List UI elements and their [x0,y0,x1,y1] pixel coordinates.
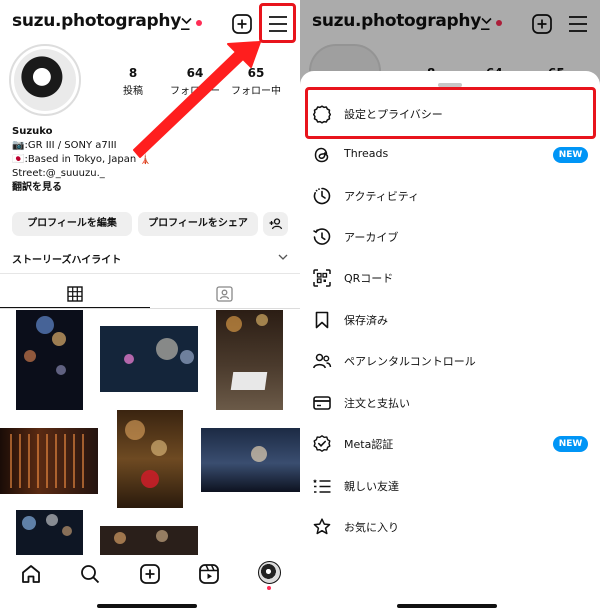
home-indicator [97,604,197,608]
divider [0,308,300,309]
menu-item-label: 保存済み [344,314,388,327]
new-badge: NEW [553,436,588,452]
tab-grid[interactable] [0,282,150,308]
post-thumbnail[interactable] [100,326,198,392]
qr-code-icon [313,269,331,287]
menu-item-orders-payments[interactable]: 注文と支払い [300,382,600,423]
post-thumbnail[interactable] [117,410,183,508]
menu-item-favorites[interactable]: お気に入り [300,506,600,547]
edit-profile-button[interactable]: プロフィールを編集 [12,212,132,236]
reels-icon[interactable] [198,563,220,585]
stat-followers[interactable]: 64 フォロワー [165,66,225,97]
avatar[interactable] [9,44,81,116]
menu-item-saved[interactable]: 保存済み [300,299,600,340]
search-icon[interactable] [79,563,101,585]
chevron-down-icon[interactable] [181,17,192,25]
close-friends-list-icon [313,479,331,493]
stat-posts[interactable]: 8 投稿 [103,66,163,97]
menu-item-label: QRコード [344,272,394,285]
menu-item-activity[interactable]: アクティビティ [300,175,600,216]
post-thumbnail[interactable] [16,510,83,555]
profile-screen: suzu.photography_ 8 投稿 64 フォロワー 65 フォロー中… [0,0,300,616]
post-thumbnail[interactable] [201,428,300,492]
bio-line[interactable]: Street:@_suuuzu._ [12,167,242,181]
profile-header: suzu.photography_ [0,0,300,48]
menu-item-label: アーカイブ [344,231,399,244]
profile-screen-with-menu: suzu.photography_ 8 64 65 設定とプライバシー Thre… [300,0,600,616]
credit-card-icon [313,396,331,410]
profile-avatar-tab[interactable] [258,561,281,584]
active-tab-indicator [0,307,150,308]
bottom-navigation [0,555,300,595]
bio-line: 📷:GR III / SONY a7III [12,140,117,151]
activity-icon [313,187,331,205]
star-icon [313,518,331,535]
bio-line: 🇯🇵:Based in Tokyo, Japan 🗼 [12,154,152,165]
menu-item-label: ペアレンタルコントロール [344,355,476,368]
divider [0,273,300,274]
notification-dot [196,20,202,26]
parental-control-icon [313,353,332,369]
menu-item-label: Threads [344,147,389,160]
story-highlights-title[interactable]: ストーリーズハイライト [12,251,121,266]
profile-bio: Suzuko 📷:GR III / SONY a7III 🇯🇵:Based in… [12,125,242,195]
post-thumbnail[interactable] [16,310,83,410]
grid-icon [67,286,83,302]
verified-badge-icon [313,435,331,452]
menu-item-close-friends[interactable]: 親しい友達 [300,465,600,506]
tagged-person-icon [216,286,233,302]
bookmark-icon [315,311,329,329]
add-person-icon [269,218,282,230]
menu-button-highlight [259,3,296,43]
menu-item-label: お気に入り [344,521,399,534]
new-badge: NEW [553,147,588,163]
stat-following[interactable]: 65 フォロー中 [226,66,286,97]
display-name: Suzuko [12,126,53,137]
post-thumbnail[interactable] [216,310,283,410]
create-post-icon[interactable] [232,14,252,34]
menu-item-label: アクティビティ [344,190,420,203]
home-icon[interactable] [20,563,42,585]
add-person-button[interactable] [263,212,288,236]
share-profile-button[interactable]: プロフィールをシェア [138,212,258,236]
chevron-down-icon[interactable] [278,254,288,261]
post-thumbnail[interactable] [0,428,98,494]
menu-sheet: 設定とプライバシー Threads NEW アクティビティ アーカイブ QRコー… [300,71,600,616]
home-indicator [397,604,497,608]
menu-item-label: Meta認証 [344,438,394,451]
post-thumbnail[interactable] [100,526,198,555]
menu-item-parental-controls[interactable]: ペアレンタルコントロール [300,340,600,381]
create-post-icon[interactable] [139,563,161,585]
menu-item-meta-verified[interactable]: Meta認証 NEW [300,423,600,464]
menu-item-archive[interactable]: アーカイブ [300,216,600,257]
username-title[interactable]: suzu.photography_ [12,11,190,31]
archive-icon [313,228,331,245]
menu-item-label: 親しい友達 [344,480,399,493]
tab-tagged[interactable] [150,282,300,308]
threads-icon [314,147,329,163]
menu-item-threads[interactable]: Threads NEW [300,134,600,175]
settings-item-highlight [305,87,596,139]
translate-link[interactable]: 翻訳を見る [12,181,242,195]
notification-dot [267,586,271,590]
menu-item-label: 注文と支払い [344,397,410,410]
menu-item-qr-code[interactable]: QRコード [300,257,600,298]
